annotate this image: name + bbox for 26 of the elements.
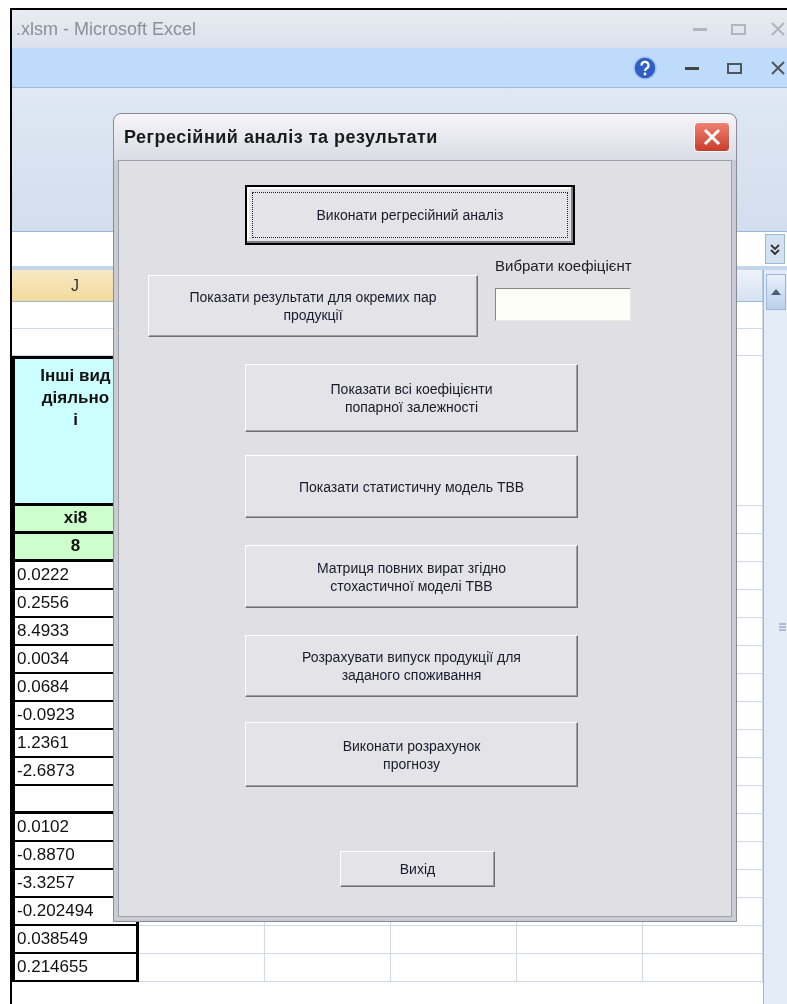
window-title: .xlsm - Microsoft Excel (16, 17, 197, 41)
dialog-title: Регресійний аналіз та результати (124, 125, 438, 149)
input-field[interactable] (495, 287, 632, 321)
dialog-button[interactable]: Показати статистичну модель ТВВ (245, 455, 578, 518)
dialog-button[interactable]: Показати результати для окремих пар продукції (148, 275, 478, 337)
close-icon[interactable] (771, 60, 785, 75)
dialog-button[interactable]: Розрахувати випуск продукції для заданого споживання (245, 635, 578, 697)
dialog-button[interactable]: Виконати регресійний аналіз (245, 185, 575, 245)
chevron-icon (769, 243, 781, 255)
table-cell: 0.038549 (12, 926, 139, 954)
vertical-scrollbar[interactable] (763, 270, 787, 1004)
close-button[interactable] (694, 122, 730, 152)
up-arrow-icon (770, 289, 781, 295)
restore-icon[interactable] (727, 61, 743, 74)
minimize-icon[interactable] (685, 65, 699, 70)
table-cell: 0.214655 (12, 954, 139, 982)
dialog-button[interactable]: Матриця повних вират згідно стохастичної моделі ТВВ (245, 545, 578, 608)
expand-button[interactable] (765, 234, 785, 264)
help-icon[interactable] (633, 55, 657, 80)
dialog-button[interactable]: Виконати розрахунок прогнозу (245, 722, 578, 787)
dialog-button[interactable]: Показати всі коефіцієнти попарної залежності (245, 364, 578, 432)
scroll-up-button[interactable] (765, 274, 786, 310)
grip-icon (779, 623, 786, 631)
dialog-button[interactable]: Вихід (340, 851, 495, 887)
field-label: Вибрати коефіцієнт (495, 256, 632, 276)
close-icon (703, 128, 721, 146)
